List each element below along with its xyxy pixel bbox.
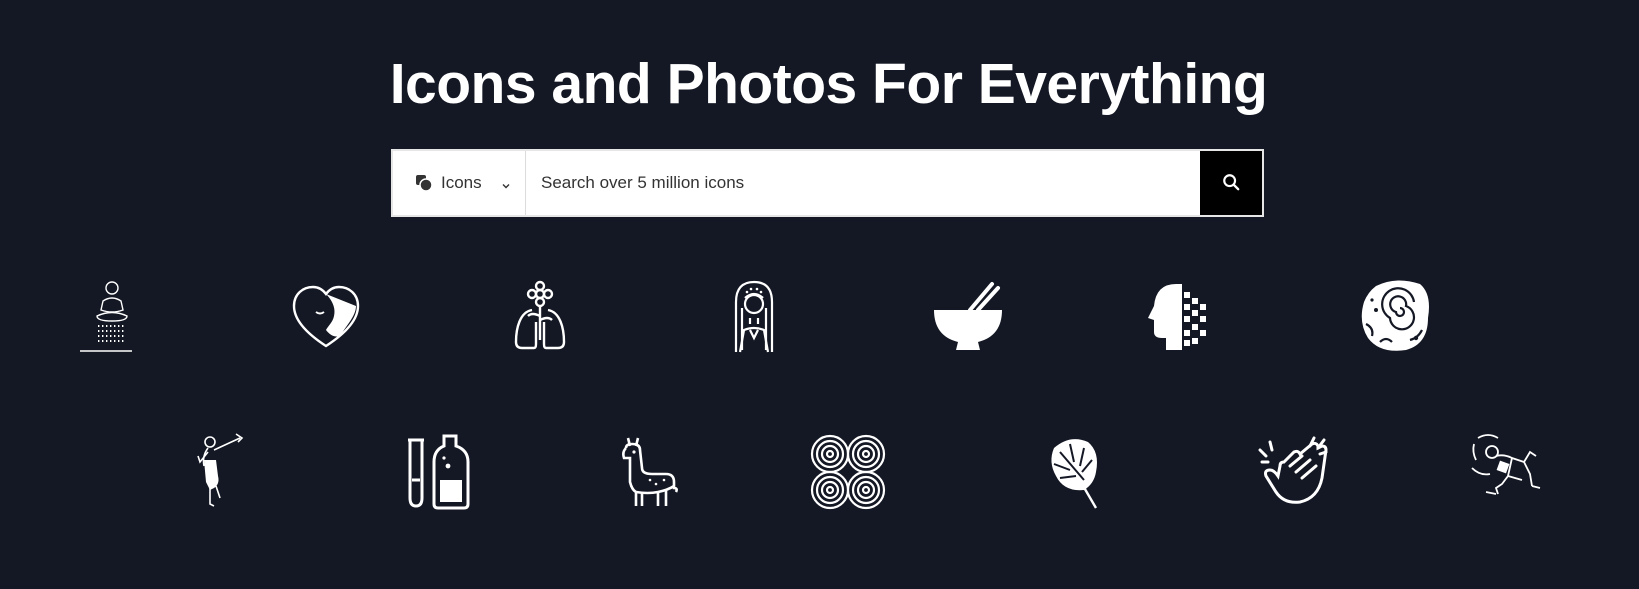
llama-icon[interactable] xyxy=(608,432,688,512)
test-tube-bottle-icon[interactable] xyxy=(400,432,480,512)
ammonite-fossil-icon[interactable] xyxy=(1356,278,1436,358)
woman-portrait-icon[interactable] xyxy=(714,278,794,358)
pixel-head-icon[interactable] xyxy=(1142,278,1222,358)
clapping-hands-icon[interactable] xyxy=(1256,432,1336,512)
featured-icons-grid xyxy=(0,0,1639,589)
monstera-leaf-icon[interactable] xyxy=(1040,432,1120,512)
meditation-shower-icon[interactable] xyxy=(72,278,152,358)
dancer-icon[interactable] xyxy=(178,432,258,512)
bowl-chopsticks-icon[interactable] xyxy=(928,278,1008,358)
heart-face-icon[interactable] xyxy=(286,278,366,358)
spiral-pattern-icon[interactable] xyxy=(808,432,888,512)
breakdancer-icon[interactable] xyxy=(1468,432,1548,512)
lungs-flower-icon[interactable] xyxy=(500,278,580,358)
